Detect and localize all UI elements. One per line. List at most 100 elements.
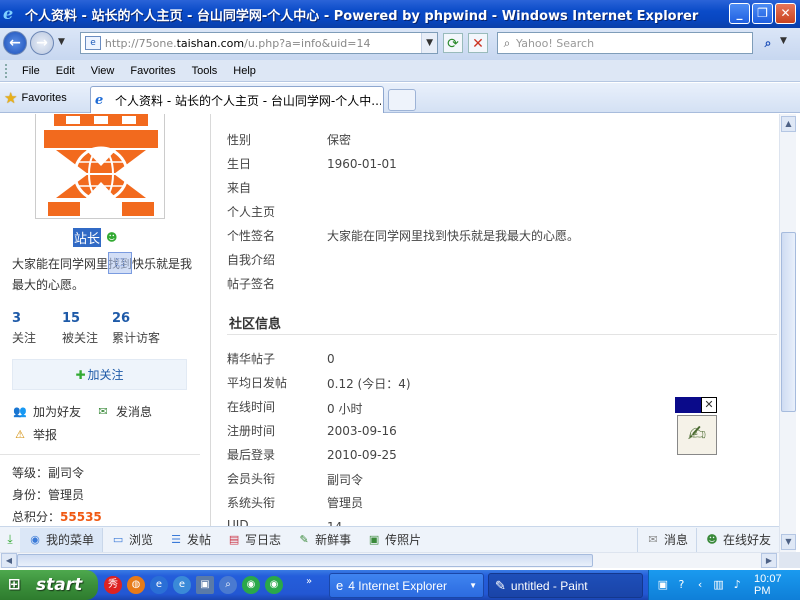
menu-tools[interactable]: Tools xyxy=(184,65,226,77)
help-icon[interactable]: ? xyxy=(674,577,690,593)
refresh-button[interactable]: ⟳ xyxy=(443,33,463,53)
diary-button[interactable]: ▤ 写日志 xyxy=(219,531,289,548)
volume-icon[interactable]: ♪ xyxy=(729,577,745,593)
selection-handle-icon[interactable]: ⬚ xyxy=(108,252,132,274)
avatar[interactable] xyxy=(35,114,165,219)
search-field[interactable]: ⌕ Yahoo! Search xyxy=(497,32,753,54)
post-signature-label: 帖子签名 xyxy=(227,277,276,291)
menu-favorites[interactable]: Favorites xyxy=(122,65,183,77)
tray-expand-icon[interactable]: ‹ xyxy=(692,577,708,593)
scroll-down-icon[interactable]: ▼ xyxy=(781,534,796,550)
star-icon: ★ xyxy=(4,90,18,107)
avatar-logo-image xyxy=(36,114,164,218)
start-label: start xyxy=(36,575,83,595)
ie-alt-icon[interactable]: e xyxy=(173,576,191,594)
back-button[interactable]: ← xyxy=(3,31,27,55)
recent-pages-dropdown[interactable]: ▼ xyxy=(58,37,65,47)
online-friends-label: 在线好友 xyxy=(722,533,771,547)
messages-button[interactable]: ✉ 消息 xyxy=(638,531,696,548)
report-button[interactable]: ⚠ 举报 xyxy=(12,426,57,443)
scroll-left-icon[interactable]: ◀ xyxy=(1,553,17,568)
new-tab-button[interactable] xyxy=(388,89,416,111)
profile-username[interactable]: 站长 xyxy=(73,228,102,247)
stat-visitors[interactable]: 26 累计访客 xyxy=(112,311,192,346)
add-friend-button[interactable]: 👥 加为好友 xyxy=(12,403,81,420)
last-login-label: 最后登录 xyxy=(227,448,276,462)
taskbar-ie-button[interactable]: e 4 Internet Explorer ▼ xyxy=(329,573,484,598)
register-time-value: 2003-09-16 xyxy=(327,424,397,438)
stat-visitors-label: 累计访客 xyxy=(112,331,161,345)
stat-visitors-count[interactable]: 26 xyxy=(112,311,192,326)
menu-view[interactable]: View xyxy=(83,65,123,77)
post-icon: ☰ xyxy=(171,532,181,546)
favorites-button[interactable]: ★ Favorites xyxy=(4,89,67,107)
browser-tab[interactable]: e 个人资料 - 站长的个人主页 - 台山同学网-个人中... xyxy=(90,86,384,113)
stop-button[interactable]: ✕ xyxy=(468,33,488,53)
quick-launch-app-icon[interactable]: 秀 xyxy=(104,576,122,594)
post-button[interactable]: ☰ 发帖 xyxy=(161,531,219,548)
browse-button[interactable]: ▭ 浏览 xyxy=(103,531,161,548)
address-dropdown[interactable]: ▼ xyxy=(421,33,437,53)
tray-app-icon[interactable]: ▣ xyxy=(655,577,671,593)
stat-followers-label: 被关注 xyxy=(62,331,99,345)
ie-icon[interactable]: e xyxy=(150,576,168,594)
add-friend-icon: 👥 xyxy=(13,404,27,418)
taskbar-ie-label: 4 Internet Explorer xyxy=(348,578,447,593)
scroll-right-icon[interactable]: ▶ xyxy=(761,553,777,568)
download-icon[interactable]: ⤓ xyxy=(0,532,20,547)
firefox-icon[interactable]: ◍ xyxy=(127,576,145,594)
stat-following[interactable]: 3 关注 xyxy=(12,311,62,346)
quick-launch-more-icon[interactable]: » xyxy=(306,576,312,587)
gender-label: 性别 xyxy=(227,133,252,147)
scrollbar-corner xyxy=(779,552,800,568)
system-title-label: 系统头衔 xyxy=(227,496,276,510)
taskbar-paint-button[interactable]: ✎ untitled - Paint xyxy=(488,573,643,598)
signature-label: 个性签名 xyxy=(227,229,276,243)
vertical-scrollbar[interactable]: ▲ ▼ xyxy=(779,114,796,552)
menu-edit[interactable]: Edit xyxy=(48,65,83,77)
from-label: 来自 xyxy=(227,181,252,195)
follow-button[interactable]: ✚ 加关注 xyxy=(12,359,187,390)
horizontal-scrollbar[interactable]: ◀ ▶ xyxy=(0,552,779,568)
maximize-button[interactable]: ❐ xyxy=(752,3,773,24)
close-button[interactable]: ✕ xyxy=(775,3,796,24)
address-url[interactable]: http://75one.taishan.com/u.php?a=info&ui… xyxy=(105,37,421,50)
minimize-button[interactable]: _ xyxy=(729,3,750,24)
horizontal-scroll-thumb[interactable] xyxy=(17,554,593,567)
window-titlebar: e 个人资料 - 站长的个人主页 - 台山同学网-个人中心 - Powered … xyxy=(0,0,800,28)
stat-followers[interactable]: 15 被关注 xyxy=(62,311,112,346)
warning-icon: ⚠ xyxy=(15,427,25,441)
floating-widget[interactable]: ✕ ✍ xyxy=(675,397,717,457)
menu-file[interactable]: File xyxy=(14,65,48,77)
search-go-icon[interactable]: ⌕ xyxy=(757,33,779,53)
envelope-icon: ✉ xyxy=(648,532,658,546)
forward-button[interactable]: → xyxy=(30,31,54,55)
search-icon[interactable]: ⌕ xyxy=(219,576,237,594)
widget-close-icon[interactable]: ✕ xyxy=(701,397,717,413)
ie-logo-icon: e xyxy=(3,4,14,23)
address-field[interactable]: e http://75one.taishan.com/u.php?a=info&… xyxy=(80,32,438,54)
image-viewer-icon[interactable]: ▣ xyxy=(196,576,214,594)
photo-icon: ▣ xyxy=(368,532,380,546)
upload-photo-button[interactable]: ▣ 传照片 xyxy=(359,531,429,548)
vertical-scroll-thumb[interactable] xyxy=(781,232,796,412)
level-label: 等级： xyxy=(12,466,49,480)
clock[interactable]: 10:07 PM xyxy=(754,573,800,597)
send-message-button[interactable]: ✉ 发消息 xyxy=(95,403,152,420)
app-green-2-icon[interactable]: ◉ xyxy=(265,576,283,594)
scroll-up-icon[interactable]: ▲ xyxy=(781,116,796,132)
app-green-icon[interactable]: ◉ xyxy=(242,576,260,594)
stat-following-count[interactable]: 3 xyxy=(12,311,62,326)
online-friends-button[interactable]: ☻ 在线好友 xyxy=(697,531,779,548)
menu-help[interactable]: Help xyxy=(225,65,264,77)
diary-label: 写日志 xyxy=(245,533,282,547)
fresh-button[interactable]: ✎ 新鲜事 xyxy=(289,531,359,548)
page-icon: e xyxy=(85,36,101,50)
search-options-dropdown[interactable]: ▼ xyxy=(780,36,787,46)
start-button[interactable]: ⊞ start xyxy=(0,570,98,600)
network-icon[interactable]: ▥ xyxy=(711,577,727,593)
widget-image[interactable]: ✍ xyxy=(677,415,717,455)
my-menu-button[interactable]: ◉ 我的菜单 xyxy=(20,527,104,552)
my-menu-icon: ◉ xyxy=(30,532,40,546)
stat-followers-count[interactable]: 15 xyxy=(62,311,112,326)
